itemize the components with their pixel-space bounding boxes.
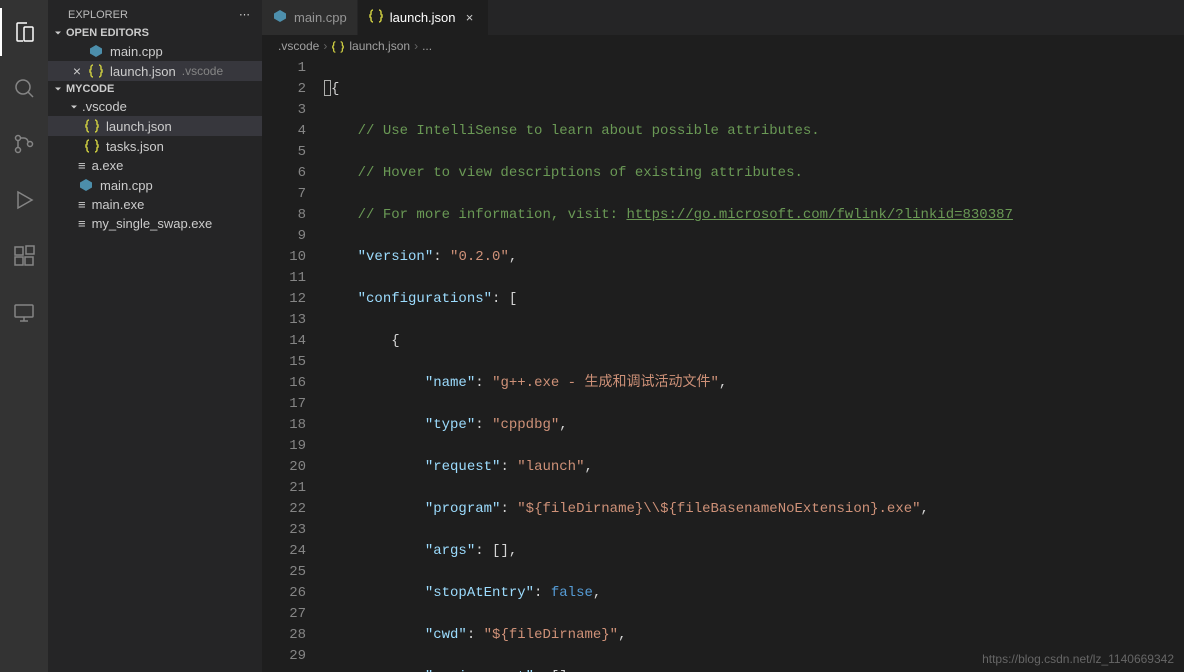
cpp-file-icon <box>88 43 104 59</box>
cpp-file-icon <box>272 8 288 27</box>
json-file-icon <box>368 8 384 27</box>
run-debug-icon[interactable] <box>0 176 48 224</box>
close-tab-icon[interactable]: × <box>462 10 478 25</box>
editor-area: main.cpp launch.json × .vscode › launch.… <box>262 0 1184 672</box>
file-item[interactable]: tasks.json <box>48 136 262 156</box>
watermark: https://blog.csdn.net/lz_1140669342 <box>982 652 1174 666</box>
explorer-sidebar: EXPLORER ⋯ OPEN EDITORS main.cpp × launc… <box>48 0 262 672</box>
file-item[interactable]: ≡ main.exe <box>48 195 262 214</box>
file-item[interactable]: launch.json <box>48 116 262 136</box>
tab-launch-json[interactable]: launch.json × <box>358 0 489 35</box>
exe-file-icon: ≡ <box>78 197 86 212</box>
open-editors-section[interactable]: OPEN EDITORS <box>48 25 262 41</box>
chevron-right-icon: › <box>414 39 418 53</box>
more-actions-icon[interactable]: ⋯ <box>239 8 250 21</box>
activity-bar <box>0 0 48 672</box>
open-editor-item[interactable]: main.cpp <box>48 41 262 61</box>
sidebar-header: EXPLORER ⋯ <box>48 0 262 25</box>
close-icon[interactable]: × <box>70 63 84 79</box>
explorer-icon[interactable] <box>0 8 48 56</box>
json-file-icon <box>84 118 100 134</box>
explorer-title: EXPLORER <box>68 9 128 21</box>
extensions-icon[interactable] <box>0 232 48 280</box>
exe-file-icon: ≡ <box>78 216 86 231</box>
remote-icon[interactable] <box>0 288 48 336</box>
json-file-icon <box>84 138 100 154</box>
breadcrumbs[interactable]: .vscode › launch.json › ... <box>262 35 1184 58</box>
workspace-section[interactable]: MYCODE <box>48 81 262 97</box>
code-content[interactable]: { // Use IntelliSense to learn about pos… <box>324 58 1184 672</box>
file-item[interactable]: main.cpp <box>48 175 262 195</box>
tabs-bar: main.cpp launch.json × <box>262 0 1184 35</box>
folder-vscode[interactable]: .vscode <box>48 97 262 116</box>
json-file-icon <box>88 63 104 79</box>
cpp-file-icon <box>78 177 94 193</box>
code-editor[interactable]: 12345 678910 1112131415 1617181920 21222… <box>262 58 1184 672</box>
chevron-right-icon: › <box>323 39 327 53</box>
open-editor-item[interactable]: × launch.json .vscode <box>48 61 262 81</box>
tab-main-cpp[interactable]: main.cpp <box>262 0 358 35</box>
json-file-icon <box>331 39 345 54</box>
file-item[interactable]: ≡ a.exe <box>48 156 262 175</box>
source-control-icon[interactable] <box>0 120 48 168</box>
file-item[interactable]: ≡ my_single_swap.exe <box>48 214 262 233</box>
search-icon[interactable] <box>0 64 48 112</box>
line-numbers: 12345 678910 1112131415 1617181920 21222… <box>262 58 324 672</box>
exe-file-icon: ≡ <box>78 158 86 173</box>
